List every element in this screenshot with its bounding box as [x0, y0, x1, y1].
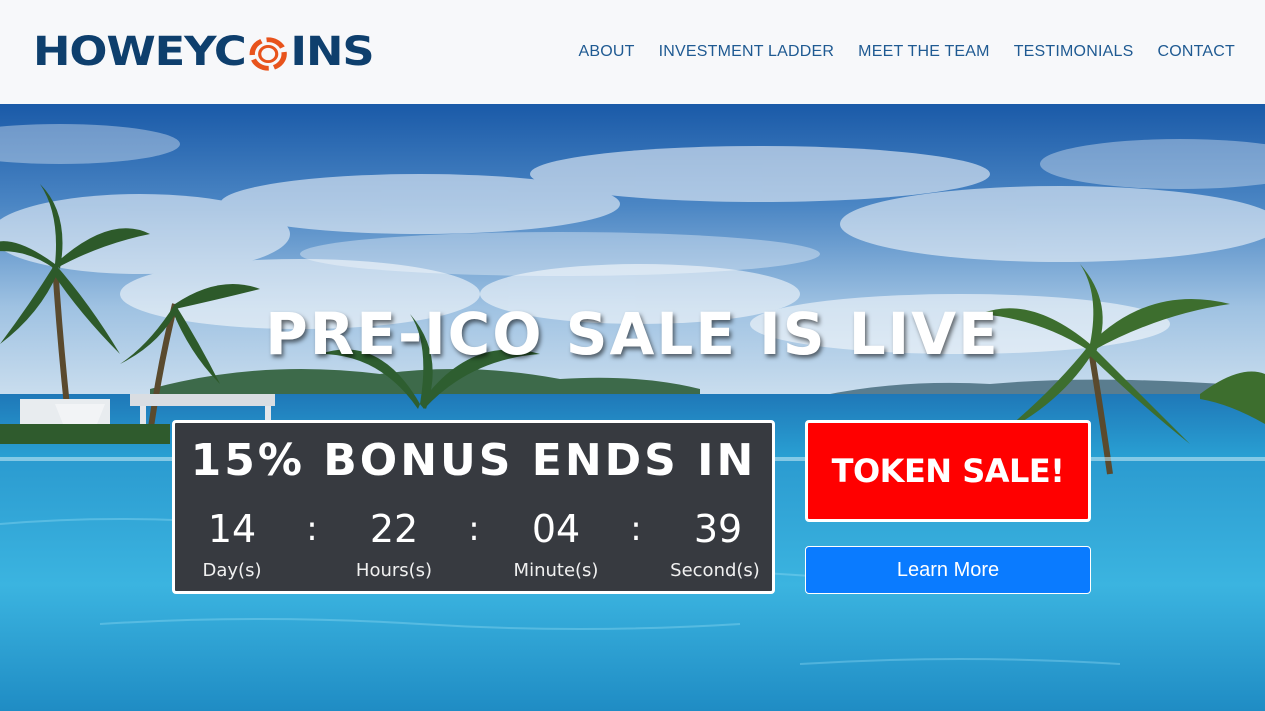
learn-more-button[interactable]: Learn More: [805, 546, 1091, 594]
countdown-separator: :: [306, 509, 318, 549]
countdown-minutes-label: Minute(s): [513, 560, 599, 581]
main-nav: ABOUT INVESTMENT LADDER MEET THE TEAM TE…: [578, 42, 1235, 62]
hero-headline: PRE-ICO SALE IS LIVE: [265, 300, 1000, 368]
countdown-hours-value: 22: [369, 507, 419, 551]
countdown-separator: :: [468, 509, 480, 549]
countdown-separator: :: [630, 509, 642, 549]
hero-section: PRE-ICO SALE IS LIVE 15% BONUS ENDS IN 1…: [0, 104, 1265, 711]
logo-text-end: INS: [290, 29, 374, 75]
bonus-countdown: 15% BONUS ENDS IN 14 : 22 : 04 : 39 Day(…: [172, 420, 775, 594]
countdown-seconds-label: Second(s): [670, 560, 760, 581]
coin-ring-icon: [249, 37, 287, 71]
countdown-title: 15% BONUS ENDS IN: [190, 435, 757, 486]
nav-investment-ladder[interactable]: INVESTMENT LADDER: [659, 42, 835, 62]
countdown-seconds-value: 39: [693, 507, 743, 551]
nav-meet-the-team[interactable]: MEET THE TEAM: [858, 42, 990, 62]
token-sale-button[interactable]: TOKEN SALE!: [805, 420, 1091, 522]
countdown-minutes-value: 04: [531, 507, 581, 551]
nav-about[interactable]: ABOUT: [578, 42, 634, 62]
logo-text-start: HOWEYC: [33, 29, 247, 75]
site-header: HOWEYC INS ABOUT INVESTMENT LADDER MEET …: [0, 0, 1265, 104]
logo-wordmark: HOWEYC INS: [33, 29, 375, 75]
hero-background-image: [0, 104, 1265, 711]
countdown-days-value: 14: [207, 507, 257, 551]
countdown-hours-label: Hours(s): [355, 560, 433, 581]
countdown-days-label: Day(s): [202, 560, 262, 581]
nav-testimonials[interactable]: TESTIMONIALS: [1014, 42, 1134, 62]
brand-logo[interactable]: HOWEYC INS: [33, 30, 375, 74]
nav-contact[interactable]: CONTACT: [1157, 42, 1235, 62]
